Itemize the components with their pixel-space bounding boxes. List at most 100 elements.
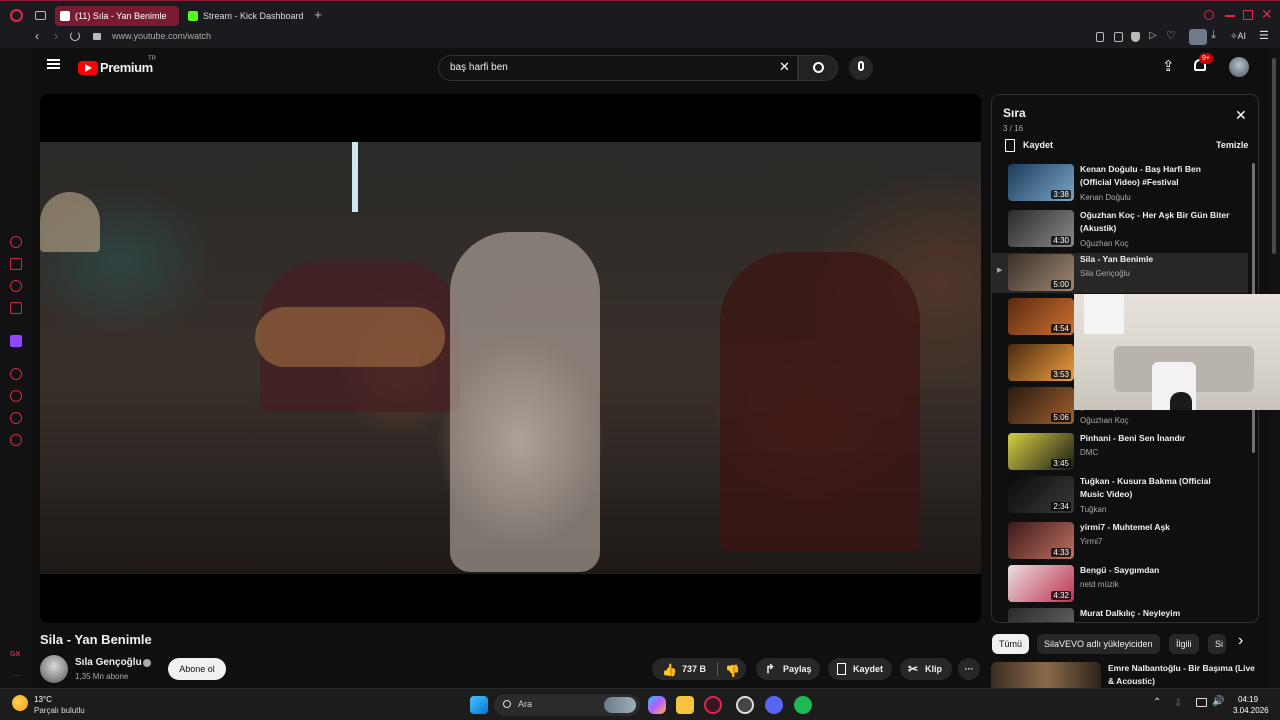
queue-item[interactable]: Murat Dalkılıç - Neyleyim	[992, 607, 1248, 622]
chip-more[interactable]: Si	[1208, 634, 1226, 654]
close-queue-button[interactable]: ✕	[1235, 107, 1247, 124]
search-tabs-icon[interactable]	[1204, 10, 1214, 20]
chip-related[interactable]: İlgili	[1169, 634, 1199, 654]
gx-badge[interactable]: GX	[10, 651, 20, 658]
twitch-icon[interactable]	[10, 335, 22, 347]
heart-icon[interactable]: ♡	[1166, 29, 1176, 42]
messenger-icon[interactable]	[10, 280, 22, 292]
network-icon[interactable]	[1196, 698, 1207, 707]
clip-button[interactable]: ✂ Klip	[900, 658, 952, 680]
queue-item-title[interactable]: Pinhani - Beni Sen İnandır	[1080, 432, 1230, 445]
settings-icon[interactable]	[10, 434, 22, 446]
file-explorer-icon[interactable]	[676, 696, 694, 714]
profile-avatar[interactable]	[1189, 29, 1207, 45]
clear-queue-button[interactable]: Temizle	[1216, 140, 1248, 150]
discord-icon[interactable]	[765, 696, 783, 714]
chrome-like-icon[interactable]	[736, 696, 754, 714]
queue-item-thumbnail[interactable]: 5:00	[1008, 254, 1074, 291]
more-actions-button[interactable]: ···	[958, 658, 980, 680]
queue-item-title[interactable]: Kenan Doğulu - Baş Harfi Ben (Official V…	[1080, 163, 1230, 189]
dislike-button[interactable]: 👎	[725, 662, 740, 680]
windows-start-icon[interactable]	[470, 696, 488, 714]
queue-item-thumbnail[interactable]: 4:30	[1008, 210, 1074, 247]
tray-icon[interactable]: ⇩	[1174, 698, 1182, 709]
tray-chevron-icon[interactable]: ⌃	[1153, 697, 1161, 708]
search-input[interactable]: baş harfi ben	[450, 62, 508, 73]
queue-item-title[interactable]: Oğuzhan Koç - Her Aşk Bir Gün Biter (Aku…	[1080, 209, 1230, 235]
queue-item-thumbnail[interactable]: 3:45	[1008, 433, 1074, 470]
clock-date[interactable]: 3.04.2026	[1233, 706, 1269, 715]
channel-avatar[interactable]	[40, 655, 68, 683]
reload-icon[interactable]	[70, 31, 80, 41]
aria-ai-button[interactable]: ✧AI	[1230, 31, 1246, 42]
queue-item-title[interactable]: Sila - Yan Benimle	[1080, 253, 1230, 266]
queue-item-title[interactable]: yirmi7 - Muhtemel Aşk	[1080, 521, 1230, 534]
search-box[interactable]: baş harfi ben ✕	[438, 55, 798, 81]
back-icon[interactable]: ‹	[35, 29, 39, 43]
chevron-right-icon[interactable]: ›	[1238, 632, 1243, 650]
extensions-icon[interactable]	[10, 412, 22, 424]
queue-item-thumbnail[interactable]	[1008, 608, 1074, 622]
opera-gx-taskbar-icon[interactable]	[704, 696, 722, 714]
queue-item-title[interactable]: Murat Dalkılıç - Neyleyim	[1080, 607, 1230, 620]
shield-icon[interactable]	[1131, 32, 1140, 42]
chip-all[interactable]: Tümü	[992, 634, 1030, 654]
minimize-button[interactable]	[1225, 15, 1235, 17]
queue-item-thumbnail[interactable]: 4:33	[1008, 522, 1074, 559]
clear-search-icon[interactable]: ✕	[779, 59, 790, 75]
queue-item[interactable]: 4:32 Bengü - Saygımdan netd müzik	[992, 564, 1248, 608]
queue-item-thumbnail[interactable]: 2:34	[1008, 476, 1074, 513]
gx-control-icon[interactable]	[10, 236, 22, 248]
queue-item-thumbnail[interactable]: 4:32	[1008, 565, 1074, 602]
queue-item[interactable]: 3:38 Kenan Doğulu - Baş Harfi Ben (Offici…	[992, 163, 1248, 207]
volume-icon[interactable]: 🔊	[1212, 696, 1224, 707]
more-icon[interactable]: ···	[12, 670, 21, 680]
snapshot-icon[interactable]	[1096, 32, 1104, 42]
forward-icon[interactable]: ›	[54, 29, 58, 43]
queue-item-thumbnail[interactable]: 5:06	[1008, 387, 1074, 424]
queue-item-thumbnail[interactable]: 3:38	[1008, 164, 1074, 201]
taskbar-search[interactable]: Ara	[494, 694, 640, 716]
share-button[interactable]: ↱ Paylaş	[756, 658, 820, 680]
subscribe-button[interactable]: Abone ol	[168, 658, 226, 680]
save-button[interactable]: Kaydet	[828, 658, 892, 680]
new-tab-button[interactable]: +	[311, 8, 325, 22]
tab-kick[interactable]: Stream - Kick Dashboard	[183, 6, 307, 26]
search-button[interactable]	[798, 55, 838, 81]
clock-time[interactable]: 04:19	[1238, 695, 1258, 704]
tab-youtube[interactable]: (11) Sıla - Yan Benimle	[55, 6, 179, 26]
vpn-icon[interactable]	[1114, 32, 1123, 42]
related-title[interactable]: Emre Nalbantoğlu - Bir Başıma (Live & Ac…	[1108, 662, 1260, 688]
like-button[interactable]: 👍	[662, 661, 677, 679]
tab-islands-icon[interactable]	[35, 11, 46, 20]
queue-item-thumbnail[interactable]: 4:54	[1008, 298, 1074, 335]
close-window-button[interactable]: ✕	[1261, 5, 1273, 23]
video-player[interactable]	[40, 94, 981, 623]
browser-menu-icon[interactable]: ☰	[1259, 29, 1269, 42]
player-icon[interactable]	[10, 368, 22, 380]
page-scrollbar-thumb[interactable]	[1272, 58, 1276, 254]
hamburger-menu-icon[interactable]	[47, 59, 60, 69]
opera-logo-icon[interactable]	[10, 9, 23, 22]
create-upload-icon[interactable]: ⇪	[1162, 57, 1175, 75]
chip-from-uploader[interactable]: SilaVEVO adlı yükleyiciden	[1037, 634, 1160, 654]
account-avatar[interactable]	[1229, 57, 1249, 77]
weather-desc[interactable]: Parçalı bulutlu	[34, 706, 85, 715]
queue-item[interactable]: 4:33 yirmi7 - Muhtemel Aşk Yirmi7	[992, 521, 1248, 565]
queue-item-title[interactable]: Tuğkan - Kusura Bakma (Official Music Vi…	[1080, 475, 1230, 501]
download-icon[interactable]: ⤓	[1211, 29, 1216, 42]
related-thumb[interactable]	[991, 662, 1101, 688]
queue-item[interactable]: 2:34 Tuğkan - Kusura Bakma (Official Musi…	[992, 475, 1248, 519]
queue-item[interactable]: 3:45 Pinhani - Beni Sen İnandır DMC	[992, 432, 1248, 476]
copilot-icon[interactable]	[648, 696, 666, 714]
queue-item[interactable]: 4:30 Oğuzhan Koç - Her Aşk Bir Gün Biter …	[992, 209, 1248, 253]
history-icon[interactable]	[10, 390, 22, 402]
gx-corner-icon[interactable]	[10, 258, 22, 270]
queue-item-title[interactable]: Bengü - Saygımdan	[1080, 564, 1230, 577]
queue-item-thumbnail[interactable]: 3:53	[1008, 344, 1074, 381]
gx-games-icon[interactable]	[10, 302, 22, 314]
queue-item[interactable]: ▶ 5:00 Sila - Yan Benimle Sila Gençoğlu	[992, 253, 1248, 293]
weather-temp[interactable]: 13°C	[34, 695, 52, 704]
weather-icon[interactable]	[12, 695, 28, 711]
spotify-icon[interactable]	[794, 696, 812, 714]
